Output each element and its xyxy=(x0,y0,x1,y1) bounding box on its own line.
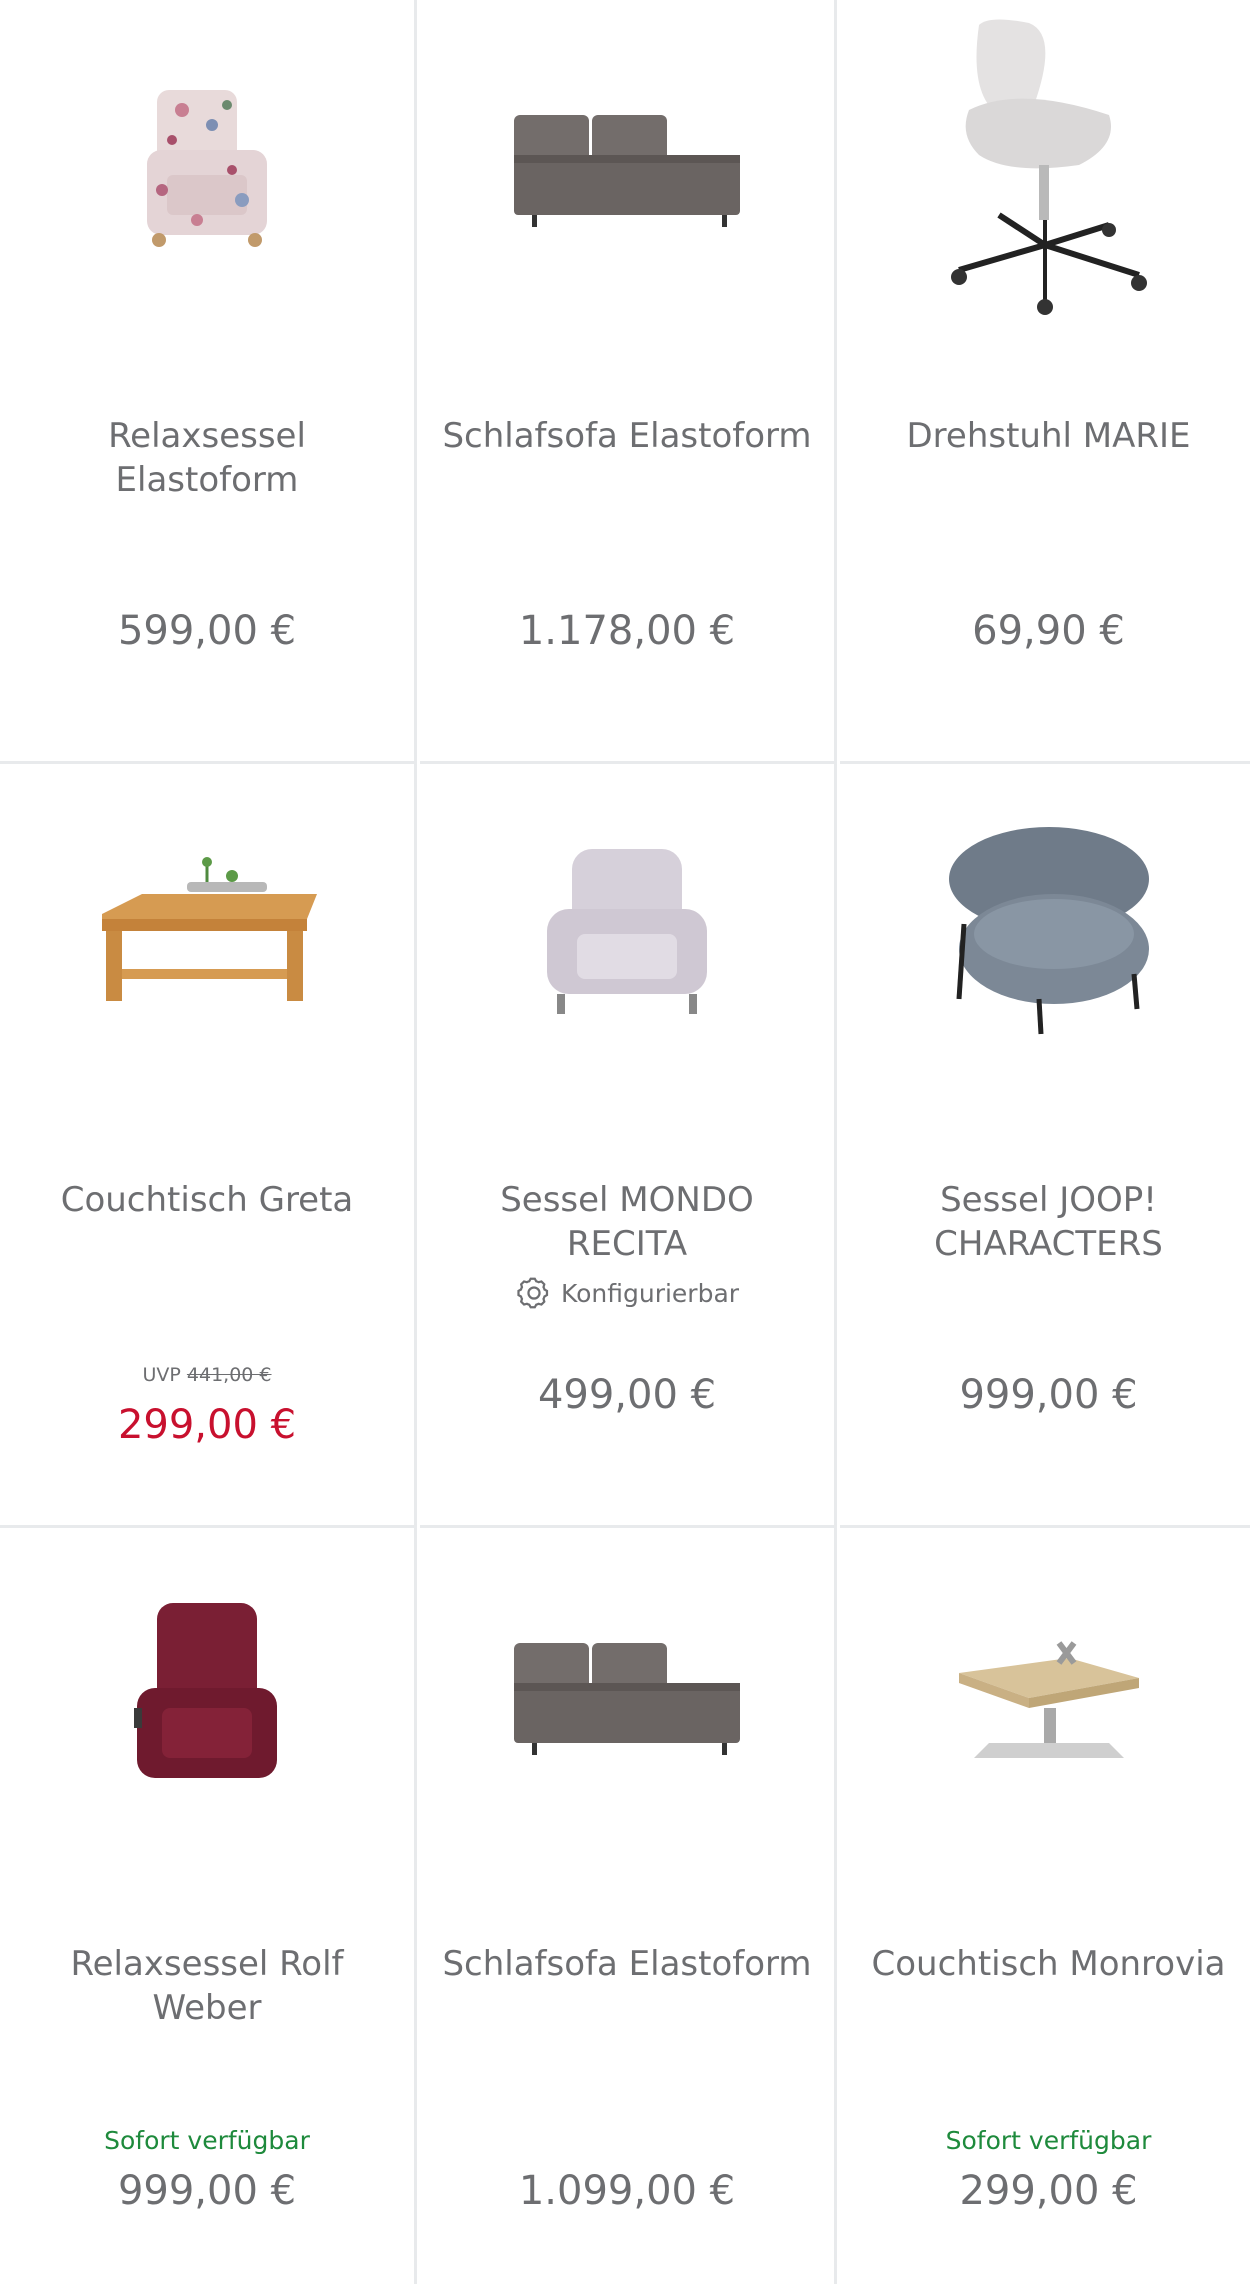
product-title[interactable]: Drehstuhl MARIE xyxy=(860,414,1237,458)
configurable-label: Konfigurierbar xyxy=(560,1278,740,1308)
uvp-label: UVP xyxy=(142,1364,181,1386)
product-card[interactable]: Drehstuhl MARIE 69,90 € xyxy=(840,0,1250,764)
product-card[interactable]: Couchtisch Monrovia Sofort verfügbar 299… xyxy=(840,1528,1250,2284)
product-title[interactable]: Couchtisch Greta xyxy=(20,1178,394,1222)
grey-sofa-icon xyxy=(514,1643,740,1755)
lilac-recliner-icon xyxy=(547,849,707,1014)
availability-status: Sofort verfügbar xyxy=(104,2126,310,2155)
product-image[interactable] xyxy=(840,1528,1250,1868)
round-lounge-chair-icon xyxy=(948,827,1149,1035)
grey-sofa-icon xyxy=(514,115,740,227)
product-card[interactable]: Sessel MONDO RECITA Konfigurierbar 499,0… xyxy=(420,764,837,1528)
floral-armchair-icon xyxy=(147,90,267,247)
product-price: 599,00 € xyxy=(117,608,297,654)
product-grid: Relaxsessel Elastoform 599,00 € Schlafso… xyxy=(0,0,1250,2284)
product-title[interactable]: Relaxsessel Rolf Weber xyxy=(20,1942,394,2030)
product-title[interactable]: Relaxsessel Elastoform xyxy=(20,414,394,502)
uvp-old-price: 441,00 € xyxy=(186,1364,272,1386)
sale-price: 299,00 € xyxy=(117,1402,297,1448)
product-title[interactable]: Couchtisch Monrovia xyxy=(860,1942,1237,1986)
product-title[interactable]: Sessel JOOP! CHARACTERS xyxy=(860,1178,1237,1266)
office-chair-icon xyxy=(950,19,1147,315)
product-image[interactable] xyxy=(0,764,414,1104)
product-card[interactable]: Relaxsessel Rolf Weber Sofort verfügbar … xyxy=(0,1528,417,2284)
product-price: 299,00 € xyxy=(959,2168,1138,2214)
product-price: 999,00 € xyxy=(117,2168,297,2214)
configurable-badge[interactable]: Konfigurierbar xyxy=(420,1274,834,1312)
product-image[interactable] xyxy=(420,764,834,1104)
product-image[interactable] xyxy=(420,0,834,340)
product-card[interactable]: Schlafsofa Elastoform 1.178,00 € xyxy=(420,0,837,764)
product-card[interactable]: Couchtisch Greta UVP 441,00 € 299,00 € xyxy=(0,764,417,1528)
product-price: 1.178,00 € xyxy=(518,608,736,654)
uvp-price: UVP 441,00 € xyxy=(0,1364,414,1386)
product-price: 499,00 € xyxy=(537,1372,717,1418)
product-image[interactable] xyxy=(0,0,414,340)
product-title[interactable]: Sessel MONDO RECITA xyxy=(440,1178,814,1266)
product-card[interactable]: Schlafsofa Elastoform 1.099,00 € xyxy=(420,1528,837,2284)
red-recliner-icon xyxy=(134,1603,277,1778)
product-image[interactable] xyxy=(420,1528,834,1868)
product-image[interactable] xyxy=(840,0,1250,340)
product-card[interactable]: Sessel JOOP! CHARACTERS 999,00 € xyxy=(840,764,1250,1528)
product-price: 1.099,00 € xyxy=(518,2168,736,2214)
product-card[interactable]: Relaxsessel Elastoform 599,00 € xyxy=(0,0,417,764)
product-price: 69,90 € xyxy=(972,608,1125,654)
product-price: 999,00 € xyxy=(959,1372,1138,1418)
wooden-coffee-table-icon xyxy=(102,857,317,1001)
product-title[interactable]: Schlafsofa Elastoform xyxy=(440,1942,814,1986)
product-image[interactable] xyxy=(0,1528,414,1868)
product-title[interactable]: Schlafsofa Elastoform xyxy=(440,414,814,458)
product-image[interactable] xyxy=(840,764,1250,1104)
gear-icon xyxy=(517,1277,549,1309)
oak-metal-coffee-table-icon xyxy=(958,1641,1139,1758)
availability-status: Sofort verfügbar xyxy=(945,2126,1152,2155)
